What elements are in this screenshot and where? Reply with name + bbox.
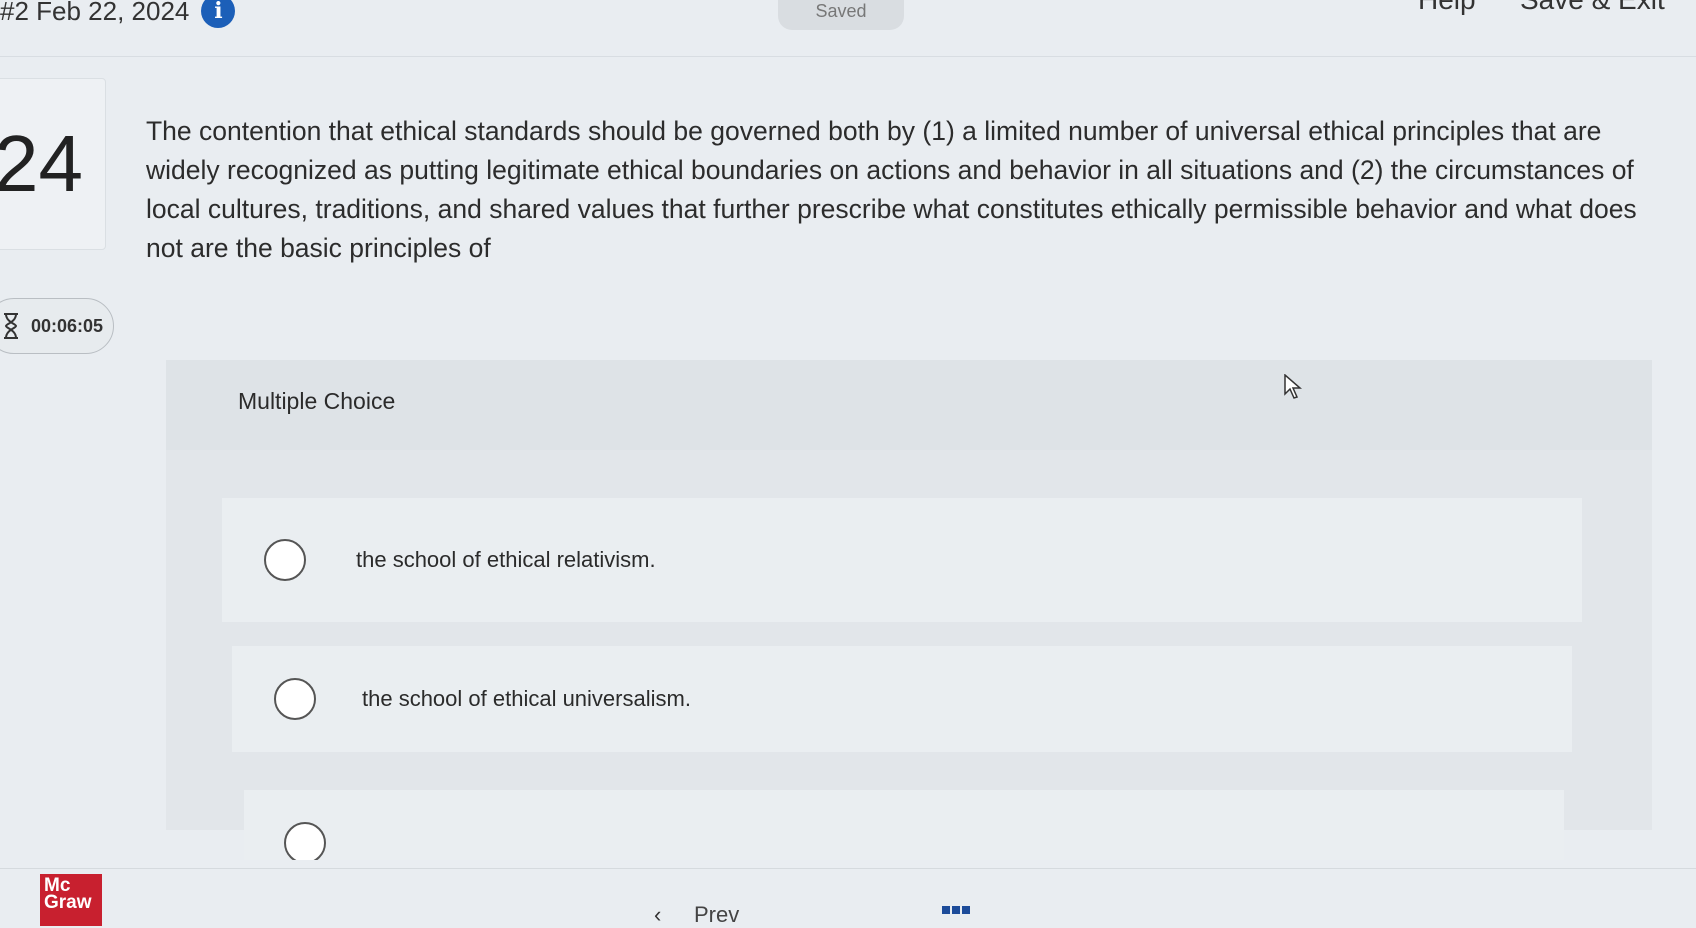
answer-choice[interactable] [244,790,1564,860]
info-icon[interactable]: i [201,0,236,28]
saved-status: Saved [778,0,904,30]
timer-value: 00:06:05 [31,315,104,336]
mouse-cursor-icon [1284,374,1302,399]
answer-choice-text: the school of ethical relativism. [356,547,656,572]
timer[interactable]: 00:06:05 [0,298,114,354]
prev-chevron-icon[interactable]: ‹ [654,902,661,928]
radio-button[interactable] [274,678,316,720]
footer-divider [0,868,1696,869]
answer-choice[interactable]: the school of ethical relativism. [222,498,1582,622]
save-exit-link[interactable]: Save & Exit [1520,0,1665,16]
grid-icon[interactable] [942,906,972,916]
radio-button[interactable] [264,539,306,581]
attempt-date: #2 Feb 22, 2024 [0,0,190,26]
mcgraw-hill-logo: Mc Graw [40,874,102,926]
question-text: The contention that ethical standards sh… [146,116,1637,263]
question-type-label: Multiple Choice [238,388,396,414]
answer-choice[interactable]: the school of ethical universalism. [232,646,1572,752]
answer-choice-text: the school of ethical universalism. [362,686,691,711]
logo-line-2: Graw [44,892,92,913]
prev-button[interactable]: Prev [694,902,739,928]
hourglass-icon [4,313,18,339]
help-link[interactable]: Help [1418,0,1476,16]
radio-button[interactable] [284,822,326,860]
attempt-header: #2 Feb 22, 2024 i [0,0,236,28]
question-number: 24 [0,119,83,208]
